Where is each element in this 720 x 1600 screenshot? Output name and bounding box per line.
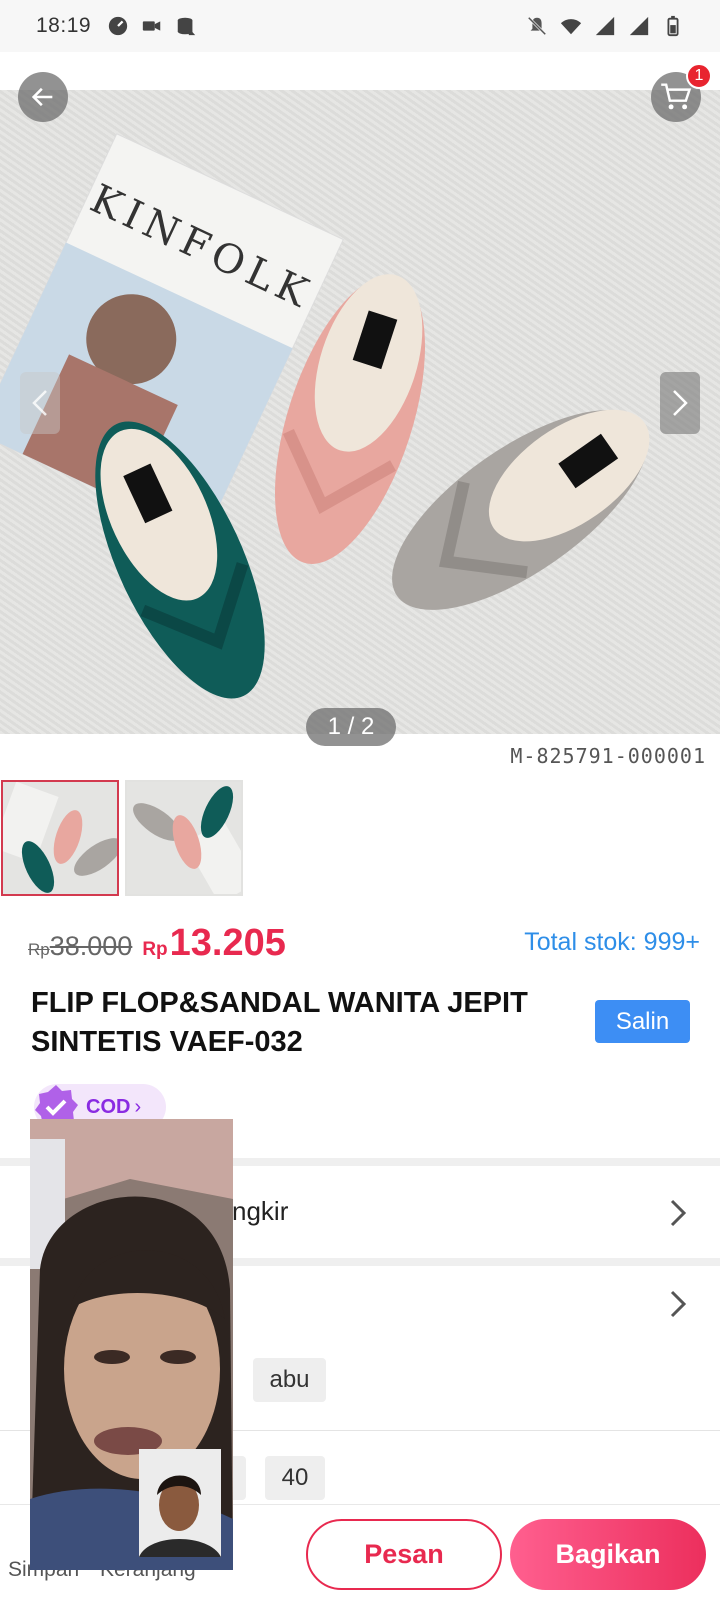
cart-icon [661, 83, 692, 110]
speed-icon [108, 16, 128, 36]
chevron-right-icon[interactable] [666, 1195, 690, 1231]
wifi-icon [560, 19, 582, 35]
sale-price-currency: Rp [142, 939, 168, 960]
mute-icon [527, 16, 547, 36]
total-stock: Total stok: 999+ [524, 928, 700, 956]
watermark-code: M-825791-000001 [510, 744, 706, 768]
cart-count-badge: 1 [686, 63, 712, 89]
cod-label: COD [86, 1095, 131, 1118]
order-button[interactable]: Pesan [306, 1519, 502, 1590]
product-photo: KINFOLK [0, 133, 650, 699]
status-right-icons [526, 15, 684, 37]
thumbnail-2[interactable] [125, 780, 243, 896]
status-bar: 18:19 [0, 0, 720, 52]
gallery-pager: 1 / 2 [306, 708, 396, 746]
chevron-left-icon [32, 390, 47, 416]
copy-button[interactable]: Salin [595, 1000, 690, 1043]
video-call-self-view[interactable] [139, 1449, 221, 1557]
original-price-currency: Rp [28, 940, 50, 959]
thumbnail-image [3, 782, 117, 894]
video-camera-icon [142, 21, 161, 31]
product-title-line-1: FLIP FLOP&SANDAL WANITA JEPIT [31, 987, 528, 1019]
price-row: Rp 38.000 Rp 13.205 [28, 922, 286, 965]
gallery-prev-button[interactable] [20, 372, 60, 434]
data-saver-icon [177, 17, 196, 36]
sale-price: 13.205 [169, 922, 286, 964]
variant-color-chip[interactable]: abu [253, 1358, 326, 1402]
arrow-left-icon [31, 87, 53, 107]
product-title: FLIP FLOP&SANDAL WANITA JEPIT SINTETIS V… [31, 984, 561, 1062]
back-button[interactable] [18, 72, 68, 122]
chevron-right-icon[interactable] [666, 1286, 690, 1322]
status-left-icons [107, 15, 197, 37]
share-button[interactable]: Bagikan [510, 1519, 706, 1590]
video-call-self-image [139, 1449, 221, 1557]
shipping-row-label: ngkir [232, 1196, 289, 1226]
chevron-right-icon: › [134, 1095, 142, 1118]
gallery-next-button[interactable] [660, 372, 700, 434]
thumbnail-1[interactable] [1, 780, 119, 896]
signal-icon [629, 16, 649, 36]
battery-icon [667, 15, 679, 37]
thumbnail-image [127, 782, 241, 894]
original-price: 38.000 [49, 931, 133, 961]
signal-icon [595, 16, 615, 36]
status-time: 18:19 [36, 14, 92, 37]
variant-size-chip[interactable]: 40 [265, 1456, 325, 1500]
product-title-line-2: SINTETIS VAEF-032 [31, 1026, 303, 1058]
chevron-right-icon [673, 390, 688, 416]
product-image[interactable]: KINFOLK [0, 90, 720, 734]
